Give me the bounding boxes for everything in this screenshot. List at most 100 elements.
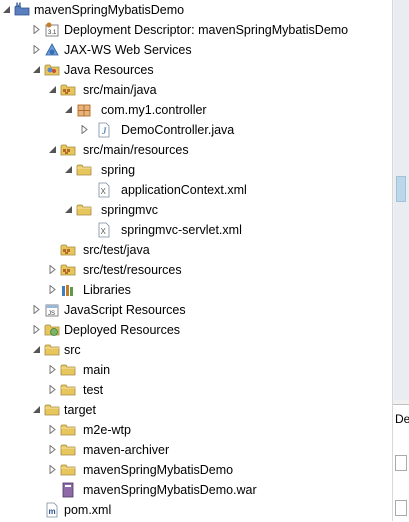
collapse-arrow-icon[interactable] — [32, 60, 42, 80]
expand-arrow-icon[interactable] — [48, 440, 58, 460]
tree-item-label: spring — [101, 163, 136, 177]
tree-item-label: src — [64, 343, 81, 357]
tree-item-label: main — [83, 363, 111, 377]
tree-row[interactable]: maven-archiver — [0, 440, 392, 460]
source-folder-icon — [60, 142, 76, 158]
tree-row[interactable]: src — [0, 340, 392, 360]
tree-row[interactable]: XapplicationContext.xml — [0, 180, 392, 200]
tree-item-label: pom.xml — [64, 503, 112, 517]
collapse-arrow-icon[interactable] — [64, 200, 74, 220]
folder-icon — [44, 402, 60, 418]
tree-row[interactable]: JS JavaScript Resources — [0, 300, 392, 320]
tree-item-label: mavenSpringMybatisDemo — [83, 463, 234, 477]
expand-arrow-icon[interactable] — [32, 40, 42, 60]
tree-item-label: applicationContext.xml — [121, 183, 247, 197]
tree-row[interactable]: 3.1 Deployment Descriptor: mavenSpringMyb… — [0, 20, 392, 40]
tree-row[interactable]: com.my1.controller — [0, 100, 392, 120]
tree-row[interactable]: target — [0, 400, 392, 420]
libraries-icon — [60, 282, 76, 298]
tree-row[interactable]: Java Resources — [0, 60, 392, 80]
folder-icon — [44, 342, 60, 358]
tree-item-label: src/test/java — [83, 243, 150, 257]
svg-text:m: m — [49, 507, 56, 516]
expand-arrow-icon[interactable] — [48, 460, 58, 480]
tree-item-label: target — [64, 403, 96, 417]
collapse-arrow-icon[interactable] — [32, 400, 42, 420]
tree-item-label: src/main/resources — [83, 143, 189, 157]
package-icon — [76, 102, 92, 118]
folder-icon — [76, 162, 92, 178]
tree-row[interactable]: m pom.xml — [0, 500, 392, 520]
panel-tab-label[interactable]: De — [395, 411, 409, 427]
expand-arrow-icon[interactable] — [48, 280, 58, 300]
deployment-descriptor-icon: 3.1 — [44, 22, 60, 38]
xml-file-icon: X — [96, 182, 112, 198]
tree-item-label: springmvc — [101, 203, 158, 217]
folder-icon — [60, 422, 76, 438]
collapse-arrow-icon[interactable] — [2, 0, 12, 20]
folder-icon — [60, 362, 76, 378]
expand-arrow-icon[interactable] — [48, 260, 58, 280]
tree-item-label: com.my1.controller — [101, 103, 207, 117]
tree-row[interactable]: src/test/java — [0, 240, 392, 260]
tree-item-label: Deployment Descriptor: mavenSpringMybati… — [64, 23, 349, 37]
panel-control[interactable] — [395, 455, 407, 471]
tree-row[interactable]: main — [0, 360, 392, 380]
project-explorer-tree: MmavenSpringMybatisDemo 3.1 Deployment De… — [0, 0, 392, 521]
svg-text:J: J — [101, 126, 107, 136]
tree-row[interactable]: Deployed Resources — [0, 320, 392, 340]
folder-icon — [60, 462, 76, 478]
tree-row[interactable]: J DemoController.java — [0, 120, 392, 140]
expand-arrow-icon[interactable] — [48, 380, 58, 400]
expand-arrow-icon[interactable] — [48, 360, 58, 380]
tree-row[interactable]: springmvc — [0, 200, 392, 220]
folder-icon — [76, 202, 92, 218]
tree-item-label: maven-archiver — [83, 443, 170, 457]
bottom-right-panel: De — [393, 404, 409, 522]
javascript-resources-icon: JS — [44, 302, 60, 318]
tree-row[interactable]: JAX-WS Web Services — [0, 40, 392, 60]
tree-row[interactable]: test — [0, 380, 392, 400]
tree-row[interactable]: MmavenSpringMybatisDemo — [0, 0, 392, 20]
collapse-arrow-icon[interactable] — [48, 140, 58, 160]
folder-icon — [60, 382, 76, 398]
svg-text:X: X — [101, 187, 107, 196]
expand-arrow-icon[interactable] — [80, 120, 90, 140]
tree-row[interactable]: Libraries — [0, 280, 392, 300]
xml-file-icon: X — [96, 222, 112, 238]
web-services-icon — [44, 42, 60, 58]
tree-item-label: mavenSpringMybatisDemo.war — [83, 483, 257, 497]
java-file-icon: J — [96, 122, 112, 138]
expand-arrow-icon[interactable] — [32, 320, 42, 340]
expand-arrow-icon[interactable] — [48, 420, 58, 440]
collapse-arrow-icon[interactable] — [48, 80, 58, 100]
tree-row[interactable]: src/main/resources — [0, 140, 392, 160]
source-folder-icon — [60, 82, 76, 98]
tree-row[interactable]: m2e-wtp — [0, 420, 392, 440]
tree-item-label: JavaScript Resources — [64, 303, 186, 317]
tree-item-label: src/test/resources — [83, 263, 182, 277]
collapse-arrow-icon[interactable] — [32, 340, 42, 360]
tree-item-label: src/main/java — [83, 83, 157, 97]
svg-text:JS: JS — [48, 311, 55, 317]
tree-item-label: JAX-WS Web Services — [64, 43, 192, 57]
collapse-arrow-icon[interactable] — [64, 160, 74, 180]
tree-row[interactable]: Xspringmvc-servlet.xml — [0, 220, 392, 240]
source-folder-icon — [60, 242, 76, 258]
collapse-arrow-icon[interactable] — [64, 100, 74, 120]
scrollbar-thumb[interactable] — [396, 176, 406, 202]
war-file-icon — [60, 482, 76, 498]
tree-item-label: DemoController.java — [121, 123, 235, 137]
tree-row[interactable]: mavenSpringMybatisDemo — [0, 460, 392, 480]
tree-row[interactable]: src/test/resources — [0, 260, 392, 280]
tree-item-label: Deployed Resources — [64, 323, 181, 337]
tree-item-label: Libraries — [83, 283, 131, 297]
tree-row[interactable]: spring — [0, 160, 392, 180]
expand-arrow-icon[interactable] — [32, 20, 42, 40]
panel-control[interactable] — [395, 500, 407, 516]
tree-item-label: Java Resources — [64, 63, 154, 77]
tree-item-label: mavenSpringMybatisDemo — [34, 3, 185, 17]
tree-row[interactable]: src/main/java — [0, 80, 392, 100]
expand-arrow-icon[interactable] — [32, 300, 42, 320]
tree-row[interactable]: mavenSpringMybatisDemo.war — [0, 480, 392, 500]
